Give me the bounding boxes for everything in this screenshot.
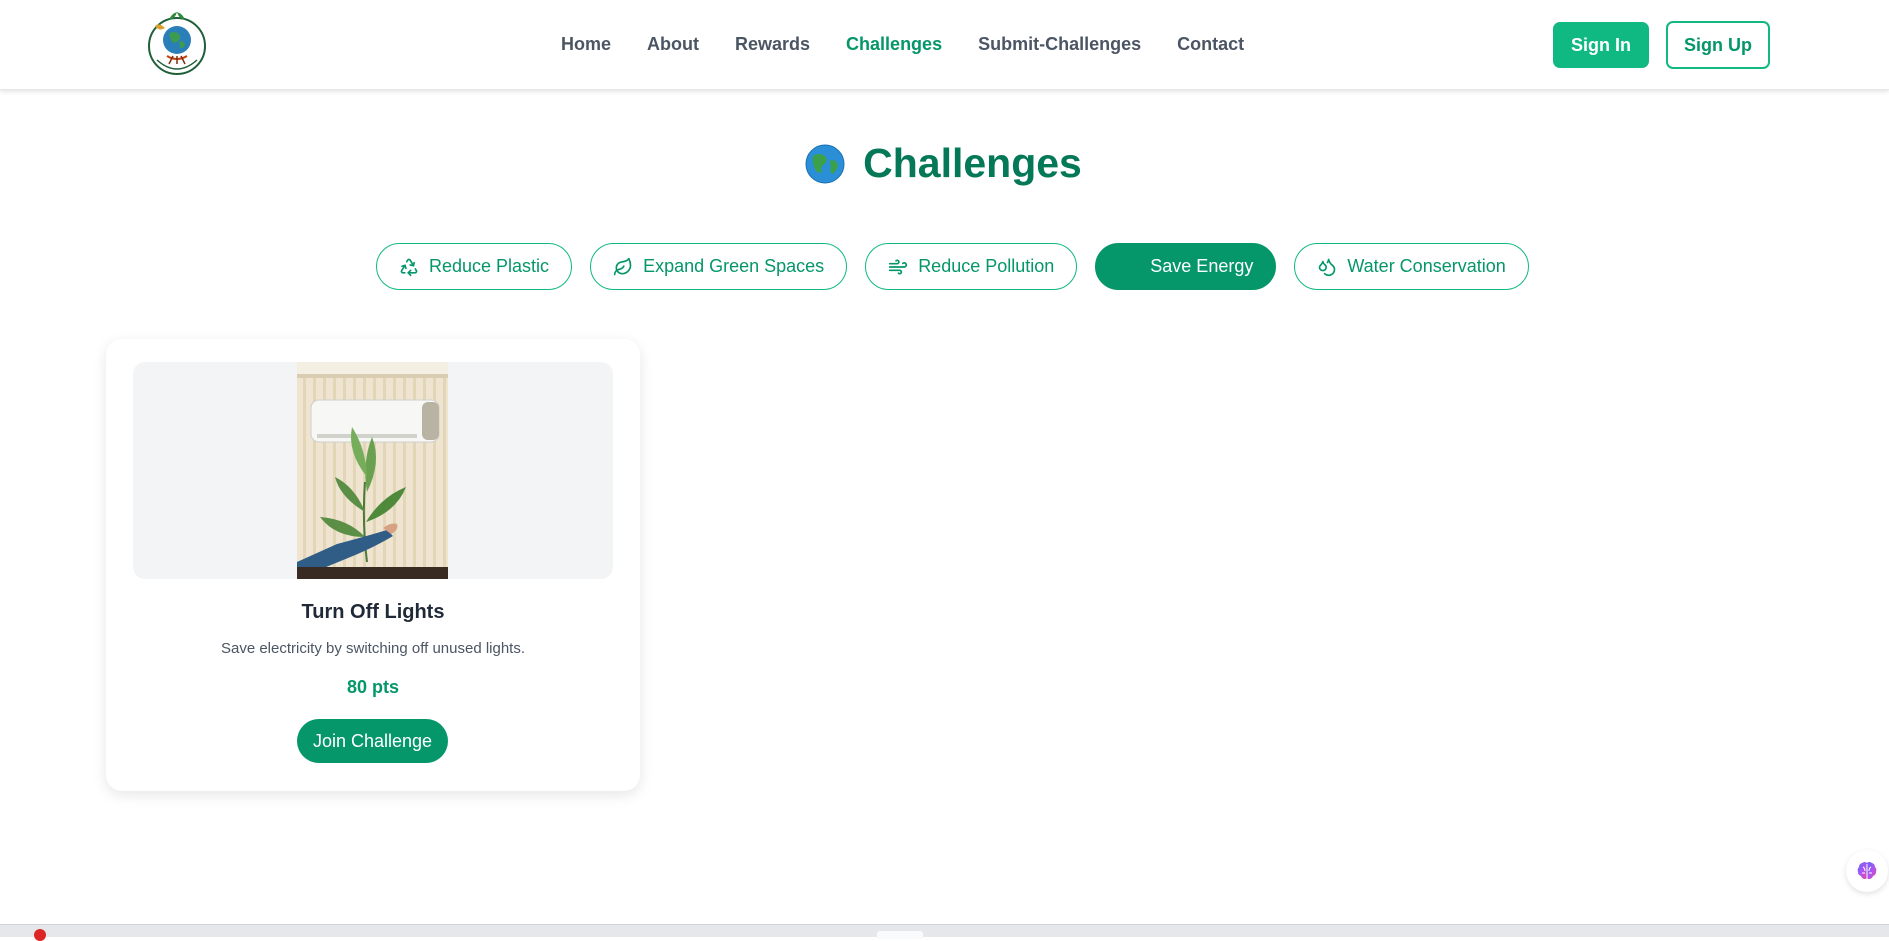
filter-expand-green-spaces[interactable]: Expand Green Spaces	[590, 243, 848, 290]
filter-reduce-plastic[interactable]: Reduce Plastic	[376, 243, 573, 290]
filter-label: Water Conservation	[1347, 256, 1506, 276]
recycle-icon	[400, 258, 418, 276]
filter-water-conservation[interactable]: Water Conservation	[1294, 243, 1529, 290]
category-filters: Reduce Plastic Expand Green Spaces Reduc…	[376, 243, 1529, 290]
filter-reduce-pollution[interactable]: Reduce Pollution	[865, 243, 1078, 290]
nav-link-home[interactable]: Home	[561, 34, 611, 55]
challenge-title: Turn Off Lights	[301, 601, 445, 623]
brain-icon	[1857, 862, 1877, 879]
leaf-icon	[613, 257, 632, 275]
join-challenge-button[interactable]: Join Challenge	[297, 719, 448, 763]
nav-link-challenges[interactable]: Challenges	[846, 34, 942, 55]
challenge-card: Turn Off Lights Save electricity by swit…	[106, 339, 640, 791]
sign-up-button[interactable]: Sign Up	[1666, 21, 1770, 69]
filter-save-energy[interactable]: Save Energy	[1095, 243, 1277, 290]
challenge-photo	[297, 362, 448, 579]
page-title: Challenges	[863, 140, 1082, 186]
challenge-points: 80 pts	[346, 677, 400, 697]
page-heading: Challenges	[0, 140, 1889, 187]
challenge-image-frame	[133, 362, 613, 579]
filter-label: Expand Green Spaces	[643, 256, 825, 276]
assistant-brain-button[interactable]	[1846, 850, 1888, 892]
main-nav: Home About Rewards Challenges Submit-Cha…	[561, 34, 1244, 55]
filter-label: Save Energy	[1150, 256, 1254, 276]
bottom-tab	[877, 931, 923, 939]
filter-label: Reduce Plastic	[429, 256, 550, 276]
nav-link-about[interactable]: About	[647, 34, 699, 55]
nav-link-rewards[interactable]: Rewards	[735, 34, 810, 55]
wind-icon	[889, 259, 908, 274]
top-navbar: Home About Rewards Challenges Submit-Cha…	[0, 0, 1889, 90]
nav-link-contact[interactable]: Contact	[1177, 34, 1244, 55]
sign-in-button[interactable]: Sign In	[1553, 22, 1649, 68]
filter-label: Reduce Pollution	[918, 256, 1055, 276]
globe-icon	[805, 144, 845, 184]
droplets-icon	[1319, 258, 1336, 276]
nav-link-submit-challenges[interactable]: Submit-Challenges	[978, 34, 1141, 55]
challenge-description: Save electricity by switching off unused…	[220, 640, 526, 657]
bottom-bar	[0, 924, 1889, 941]
earth-guardians-logo[interactable]	[143, 4, 211, 86]
record-icon	[34, 929, 46, 941]
